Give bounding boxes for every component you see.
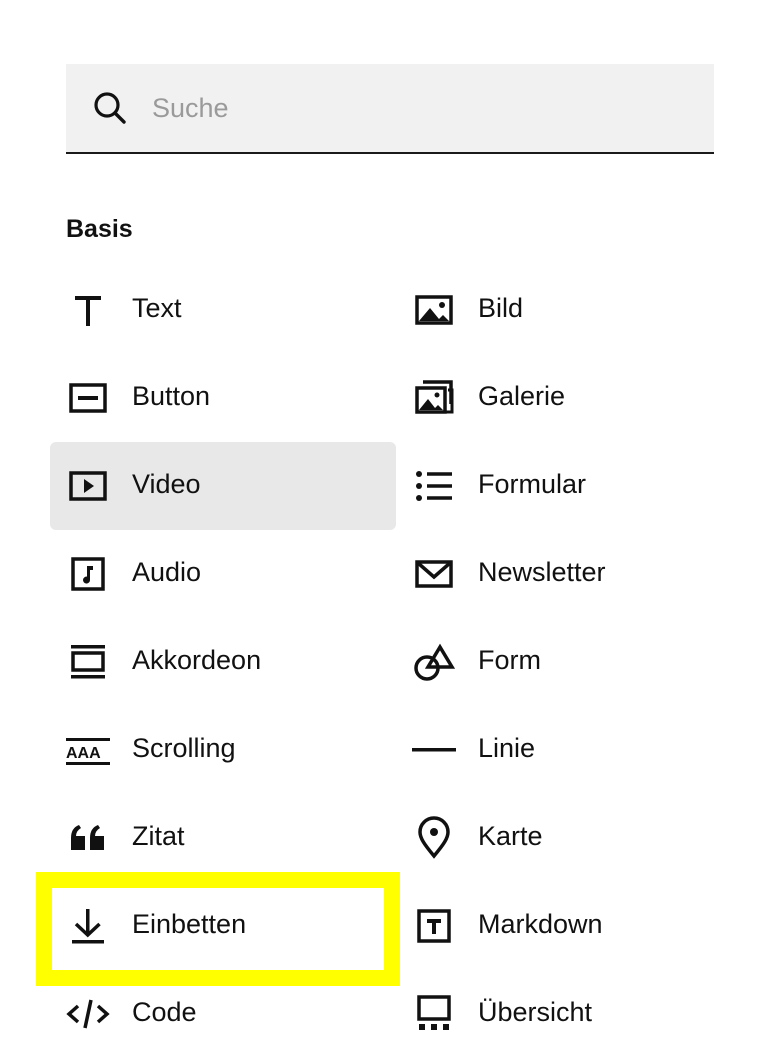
block-item-label: Karte <box>478 821 543 851</box>
map-pin-icon <box>412 816 456 860</box>
block-item-audio[interactable]: Audio <box>50 530 396 618</box>
block-item-bild[interactable]: Bild <box>396 266 726 354</box>
block-item-label: Newsletter <box>478 557 606 587</box>
search-input[interactable] <box>152 86 692 130</box>
markdown-icon <box>412 904 456 948</box>
scrolling-icon: AAA <box>66 728 110 772</box>
block-item-label: Text <box>132 293 182 323</box>
block-item-label: Form <box>478 645 541 675</box>
search-icon <box>94 92 126 124</box>
line-icon <box>412 728 456 772</box>
block-item-label: Formular <box>478 469 587 499</box>
form-list-icon <box>412 464 456 508</box>
block-picker-panel: Basis Text Button Video Audio Akkordeon … <box>0 0 776 1044</box>
block-item-zitat[interactable]: Zitat <box>50 794 396 882</box>
svg-text:AAA: AAA <box>66 745 101 762</box>
block-item-code[interactable]: Code <box>50 970 396 1044</box>
block-item-label: Akkordeon <box>132 645 262 675</box>
block-item-button[interactable]: Button <box>50 354 396 442</box>
block-item-label: Einbetten <box>132 909 247 939</box>
block-item-text[interactable]: Text <box>50 266 396 354</box>
mail-icon <box>412 552 456 596</box>
block-item-label: Video <box>132 469 201 499</box>
block-item-linie[interactable]: Linie <box>396 706 726 794</box>
section-title: Basis <box>66 215 133 243</box>
block-item-karte[interactable]: Karte <box>396 794 726 882</box>
embed-download-icon <box>66 904 110 948</box>
block-item-label: Galerie <box>478 381 566 411</box>
block-item-label: Zitat <box>132 821 185 851</box>
quote-icon <box>66 816 110 860</box>
block-item-akkordeon[interactable]: Akkordeon <box>50 618 396 706</box>
block-item-label: Code <box>132 997 197 1027</box>
block-item-galerie[interactable]: Galerie <box>396 354 726 442</box>
block-item-markdown[interactable]: Markdown <box>396 882 726 970</box>
video-icon <box>66 464 110 508</box>
search-box[interactable] <box>66 64 714 154</box>
block-item-label: Audio <box>132 557 202 587</box>
text-icon <box>66 288 110 332</box>
code-icon <box>66 992 110 1036</box>
block-item-newsletter[interactable]: Newsletter <box>396 530 726 618</box>
block-item-uebersicht[interactable]: Übersicht <box>396 970 726 1044</box>
image-icon <box>412 288 456 332</box>
button-icon <box>66 376 110 420</box>
gallery-icon <box>412 376 456 420</box>
audio-icon <box>66 552 110 596</box>
block-item-label: Markdown <box>478 909 603 939</box>
accordion-icon <box>66 640 110 684</box>
block-item-label: Linie <box>478 733 536 763</box>
shape-icon <box>412 640 456 684</box>
block-item-einbetten[interactable]: Einbetten <box>50 882 396 970</box>
block-item-label: Bild <box>478 293 524 323</box>
block-item-scrolling[interactable]: AAA Scrolling <box>50 706 396 794</box>
block-item-label: Scrolling <box>132 733 236 763</box>
block-item-video[interactable]: Video <box>50 442 396 530</box>
block-item-label: Button <box>132 381 211 411</box>
block-item-formular[interactable]: Formular <box>396 442 726 530</box>
block-item-label: Übersicht <box>478 997 593 1027</box>
summary-icon <box>412 992 456 1036</box>
block-item-form[interactable]: Form <box>396 618 726 706</box>
